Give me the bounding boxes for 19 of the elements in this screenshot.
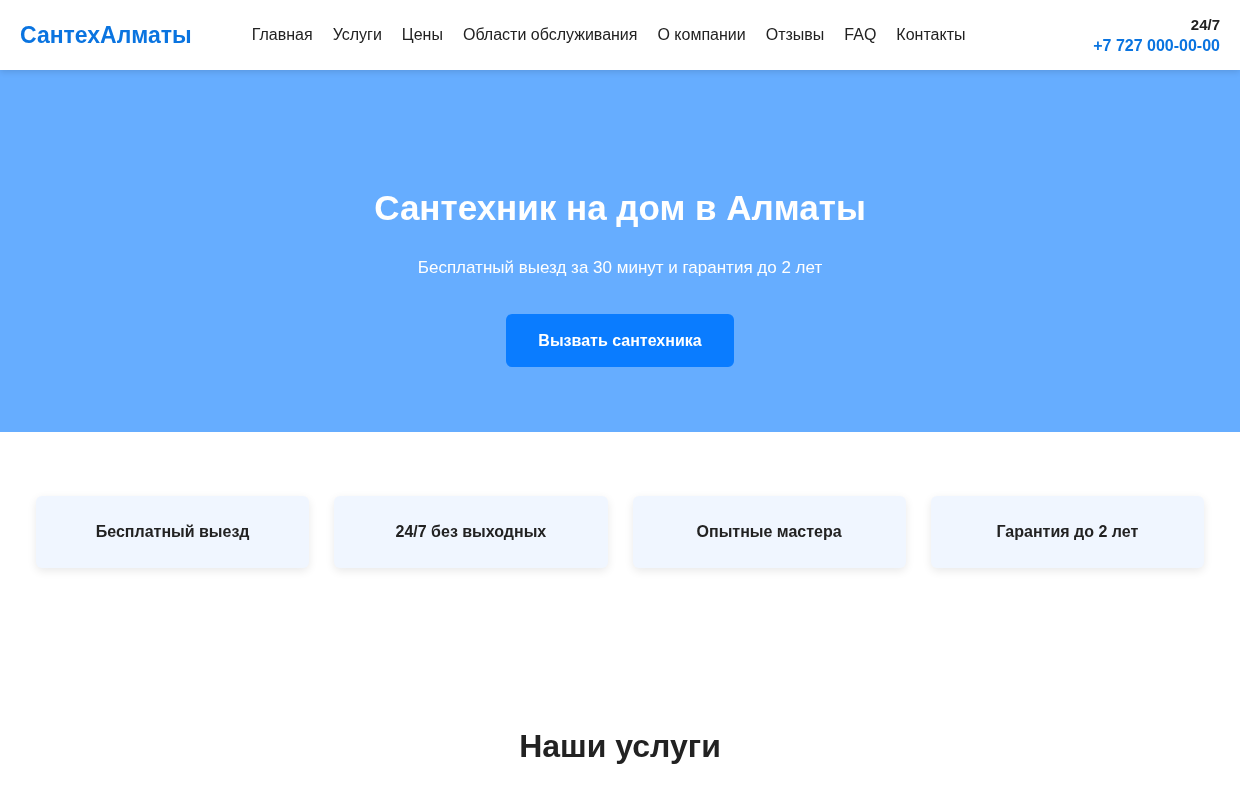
- hero-title: Сантехник на дом в Алматы: [374, 188, 866, 228]
- site-logo[interactable]: СантехАлматы: [20, 21, 192, 49]
- feature-card: Опытные мастера: [632, 496, 906, 568]
- nav-link[interactable]: Услуги: [332, 26, 382, 44]
- nav-link[interactable]: Области обслуживания: [462, 26, 638, 44]
- call-plumber-button[interactable]: Вызвать сантехника: [506, 314, 734, 367]
- phone-link[interactable]: +7 727 000-00-00: [1093, 36, 1220, 55]
- section-title: Наши услуги: [518, 728, 722, 765]
- feature-card: Бесплатный выезд: [36, 496, 310, 568]
- nav-link[interactable]: О компании: [657, 26, 746, 44]
- nav-link[interactable]: Отзывы: [765, 26, 825, 44]
- nav-link[interactable]: Главная: [251, 26, 313, 44]
- nav-link[interactable]: Цены: [401, 26, 443, 44]
- nav-link[interactable]: FAQ: [844, 26, 877, 44]
- hours-label: 24/7: [1190, 15, 1220, 33]
- nav-link[interactable]: Контакты: [896, 26, 966, 44]
- feature-card: Гарантия до 2 лет: [930, 496, 1204, 568]
- hero-subtitle: Бесплатный выезд за 30 минут и гарантия до 2 лет: [417, 258, 823, 278]
- feature-card: 24/7 без выходных: [334, 496, 608, 568]
